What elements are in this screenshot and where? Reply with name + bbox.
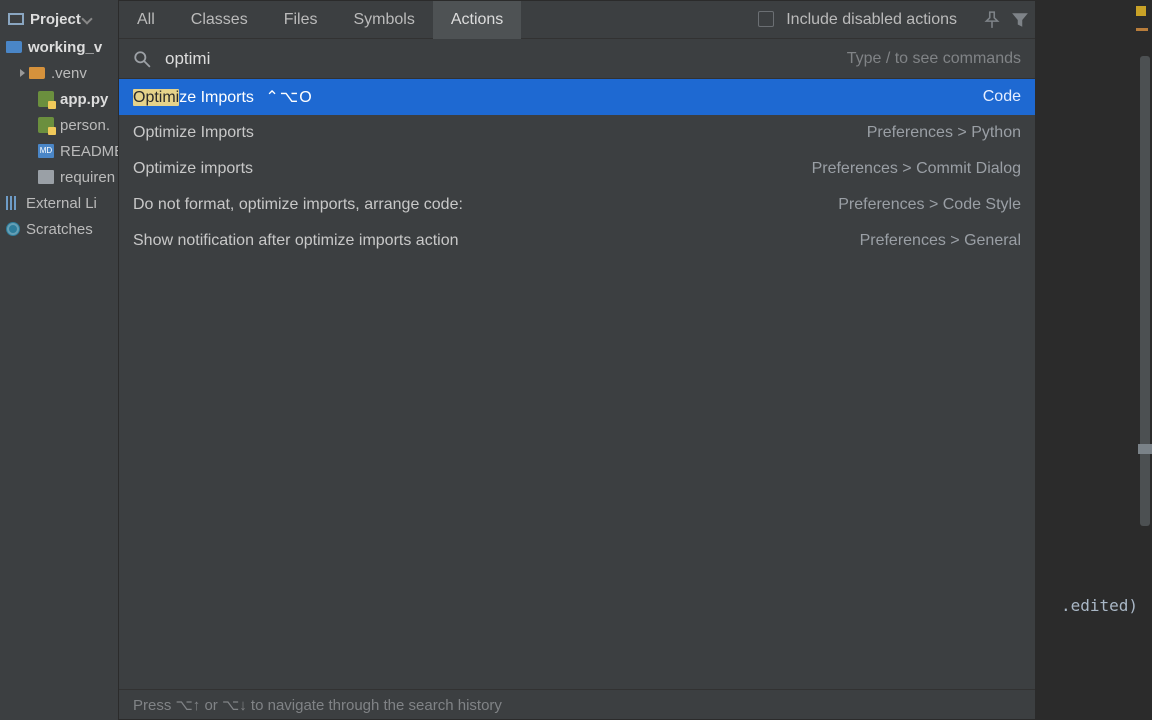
result-label: Show notification after optimize imports… xyxy=(133,232,860,250)
folder-icon xyxy=(29,67,45,79)
popup-footer: Press ⌥↑ or ⌥↓ to navigate through the s… xyxy=(119,689,1035,719)
code-fragment: .edited) xyxy=(1061,596,1138,615)
search-everywhere-popup: AllClassesFilesSymbolsActions Include di… xyxy=(118,0,1036,720)
py-icon xyxy=(38,91,54,107)
result-label: Do not format, optimize imports, arrange… xyxy=(133,196,838,214)
result-location: Code xyxy=(983,88,1021,106)
tree-item-label: app.py xyxy=(60,91,108,108)
py-icon xyxy=(38,117,54,133)
tree-item-label: README xyxy=(60,143,124,160)
chevron-down-icon xyxy=(81,13,92,24)
tab-classes[interactable]: Classes xyxy=(173,1,266,39)
tree-item-label: Scratches xyxy=(26,221,93,238)
result-row[interactable]: Optimize importsPreferences > Commit Dia… xyxy=(119,151,1035,187)
project-tool-icon xyxy=(8,13,24,25)
results-list: Optimize Imports ⌃⌥OCodeOptimize Imports… xyxy=(119,79,1035,689)
result-label: Optimize imports xyxy=(133,160,812,178)
search-input[interactable] xyxy=(165,49,847,69)
gutter-mark-icon[interactable] xyxy=(1138,444,1152,454)
md-icon: MD xyxy=(38,144,54,158)
result-location: Preferences > General xyxy=(860,232,1021,250)
search-row: Type / to see commands xyxy=(119,39,1035,79)
footer-hint: Press ⌥↑ or ⌥↓ to navigate through the s… xyxy=(133,696,502,714)
expand-arrow-icon xyxy=(20,69,25,77)
result-row[interactable]: Optimize Imports ⌃⌥OCode xyxy=(119,79,1035,115)
filter-icon[interactable] xyxy=(1011,11,1029,29)
project-header-label: Project xyxy=(30,11,81,28)
result-row[interactable]: Optimize ImportsPreferences > Python xyxy=(119,115,1035,151)
include-disabled-toggle[interactable]: Include disabled actions xyxy=(758,11,973,29)
pin-icon[interactable] xyxy=(983,11,1001,29)
tree-item-label: External Li xyxy=(26,195,97,212)
lib-icon xyxy=(6,196,18,210)
search-icon xyxy=(133,50,151,68)
tab-files[interactable]: Files xyxy=(266,1,336,39)
result-location: Preferences > Code Style xyxy=(838,196,1021,214)
gutter-mark-icon[interactable] xyxy=(1136,28,1148,31)
editor-scrollbar[interactable] xyxy=(1140,56,1150,526)
tab-all[interactable]: All xyxy=(119,1,173,39)
include-disabled-label: Include disabled actions xyxy=(786,11,957,28)
result-row[interactable]: Do not format, optimize imports, arrange… xyxy=(119,187,1035,223)
tree-item-label: .venv xyxy=(51,65,87,82)
checkbox-icon xyxy=(758,11,774,27)
result-label: Optimize Imports xyxy=(133,124,867,142)
tree-item-label: person. xyxy=(60,117,110,134)
tree-item-label: requiren xyxy=(60,169,115,186)
scratch-icon xyxy=(6,222,20,236)
popup-tabs: AllClassesFilesSymbolsActions Include di… xyxy=(119,1,1035,39)
txt-icon xyxy=(38,170,54,184)
result-row[interactable]: Show notification after optimize imports… xyxy=(119,223,1035,259)
tab-symbols[interactable]: Symbols xyxy=(335,1,432,39)
result-location: Preferences > Commit Dialog xyxy=(812,160,1021,178)
tab-actions[interactable]: Actions xyxy=(433,1,521,39)
tree-item-label: working_v xyxy=(28,39,102,56)
search-hint: Type / to see commands xyxy=(847,50,1021,68)
inspection-indicator-icon[interactable] xyxy=(1136,6,1146,16)
folder-blue-icon xyxy=(6,41,22,53)
result-label: Optimize Imports ⌃⌥O xyxy=(133,87,983,107)
result-location: Preferences > Python xyxy=(867,124,1021,142)
